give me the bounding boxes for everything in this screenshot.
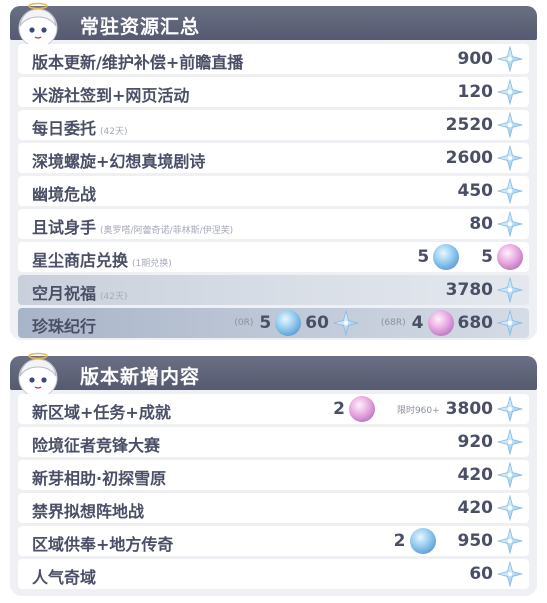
primogem-star-icon (497, 495, 523, 521)
blue-fate-orb-icon (409, 528, 436, 554)
primogem-star-icon (497, 46, 523, 72)
primogem-amount: 450 (457, 181, 494, 201)
row-label: 每日委托 (42天) (32, 119, 128, 138)
pink-fate-orb-icon (348, 396, 375, 422)
primogem-amount: 3780 (445, 280, 493, 300)
list-item: 禁界拟想阵地战 420 (18, 493, 529, 523)
row-note: (1期兑换) (132, 259, 172, 269)
row-label: 区域供奉+地方传奇 (32, 535, 174, 554)
row-label: 深境螺旋+幻想真境剧诗 (32, 152, 206, 171)
primogem-star-icon (497, 79, 523, 105)
primogem-star-icon (497, 429, 523, 455)
panel-title: 常驻资源汇总 (80, 16, 201, 38)
panel-header: 常驻资源汇总 (10, 6, 537, 40)
list-item: 区域供奉+地方传奇 2 950 (18, 526, 529, 556)
row-label: 珍珠纪行 (32, 317, 97, 336)
paimon-mascot-icon (18, 352, 58, 398)
fate-count: 5 (417, 247, 430, 267)
primogem-amount: 60 (469, 564, 493, 584)
fate-count: 2 (333, 399, 345, 419)
primogem-star-icon (497, 211, 523, 237)
row-label: 新芽相助·初探雪原 (32, 469, 167, 488)
primogem-star-icon (497, 277, 523, 303)
row-label: 米游社签到+网页活动 (32, 86, 190, 105)
primogem-amount: 420 (457, 498, 494, 518)
list-item: 且试身手 (奥罗嗒/阿蕾奇诺/菲林斯/伊涅芙) 80 (18, 209, 529, 239)
list-item: 新芽相助·初探雪原 420 (18, 460, 529, 490)
blue-fate-orb-icon (275, 310, 302, 336)
fate-count: 2 (393, 531, 406, 551)
row-note: (42天) (100, 127, 128, 137)
primogem-star-icon (497, 310, 523, 336)
fate-count: 5 (259, 313, 272, 333)
primogem-amount: 120 (457, 82, 494, 102)
row-label: 空月祝福 (42天) (32, 284, 128, 303)
primogem-amount: 60 (305, 313, 329, 333)
row-label: 禁界拟想阵地战 (32, 502, 145, 521)
row-note: (42天) (100, 292, 128, 302)
version-content-panel: 版本新增内容 新区域+任务+成就 2 限时960+ 3800 险境征者竞锋大赛 … (10, 352, 537, 596)
paimon-mascot-icon (18, 2, 58, 48)
list-item: 险境征者竞锋大赛 920 (18, 427, 529, 457)
list-item: 珍珠纪行 (0R) 5 60 (68R) 4 680 (18, 308, 529, 338)
row-note: (奥罗嗒/阿蕾奇诺/菲林斯/伊涅芙) (100, 226, 234, 236)
fate-count: 4 (411, 313, 424, 333)
list-item: 深境螺旋+幻想真境剧诗 2600 (18, 143, 529, 173)
tier-tag: (68R) (380, 318, 406, 328)
list-item: 版本更新/维护补偿+前瞻直播 900 (18, 44, 529, 74)
panel-header: 版本新增内容 (10, 356, 537, 390)
fate-count: 5 (481, 247, 493, 267)
pink-fate-orb-icon (497, 244, 523, 270)
primogem-amount: 950 (457, 531, 494, 551)
primogem-star-icon (497, 145, 523, 171)
list-item: 空月祝福 (42天) 3780 (18, 275, 529, 305)
primogem-amount: 920 (457, 432, 494, 452)
row-label: 且试身手 (奥罗嗒/阿蕾奇诺/菲林斯/伊涅芙) (32, 218, 234, 237)
primogem-amount: 3800 (445, 399, 493, 419)
primogem-star-icon (497, 396, 523, 422)
limit-note: 限时960+ (396, 405, 440, 416)
primogem-amount: 680 (457, 313, 494, 333)
list-item: 人气奇域 60 (18, 559, 529, 589)
panel-title: 版本新增内容 (80, 366, 201, 388)
row-label: 新区域+任务+成就 (32, 403, 171, 422)
pink-fate-orb-icon (427, 310, 454, 336)
primogem-star-icon (333, 310, 359, 336)
list-item: 新区域+任务+成就 2 限时960+ 3800 (18, 394, 529, 424)
blue-fate-orb-icon (433, 244, 460, 270)
list-item: 每日委托 (42天) 2520 (18, 110, 529, 140)
list-item: 米游社签到+网页活动 120 (18, 77, 529, 107)
row-label: 人气奇域 (32, 568, 97, 587)
primogem-amount: 80 (469, 214, 493, 234)
primogem-star-icon (497, 112, 523, 138)
resource-summary-panel: 常驻资源汇总 版本更新/维护补偿+前瞻直播 900 米游社签到+网页活动 120… (10, 2, 537, 340)
row-label: 险境征者竞锋大赛 (32, 436, 161, 455)
row-label: 版本更新/维护补偿+前瞻直播 (32, 53, 244, 72)
primogem-star-icon (497, 462, 523, 488)
list-item: 幽境危战 450 (18, 176, 529, 206)
primogem-amount: 420 (457, 465, 494, 485)
primogem-amount: 900 (457, 49, 494, 69)
primogem-star-icon (497, 528, 523, 554)
list-item: 星尘商店兑换 (1期兑换) 5 5 (18, 242, 529, 272)
row-label: 星尘商店兑换 (1期兑换) (32, 251, 172, 270)
row-label: 幽境危战 (32, 185, 97, 204)
tier-tag: (0R) (234, 318, 254, 328)
primogem-star-icon (497, 561, 523, 587)
primogem-star-icon (497, 178, 523, 204)
primogem-amount: 2520 (445, 115, 493, 135)
primogem-amount: 2600 (445, 148, 493, 168)
